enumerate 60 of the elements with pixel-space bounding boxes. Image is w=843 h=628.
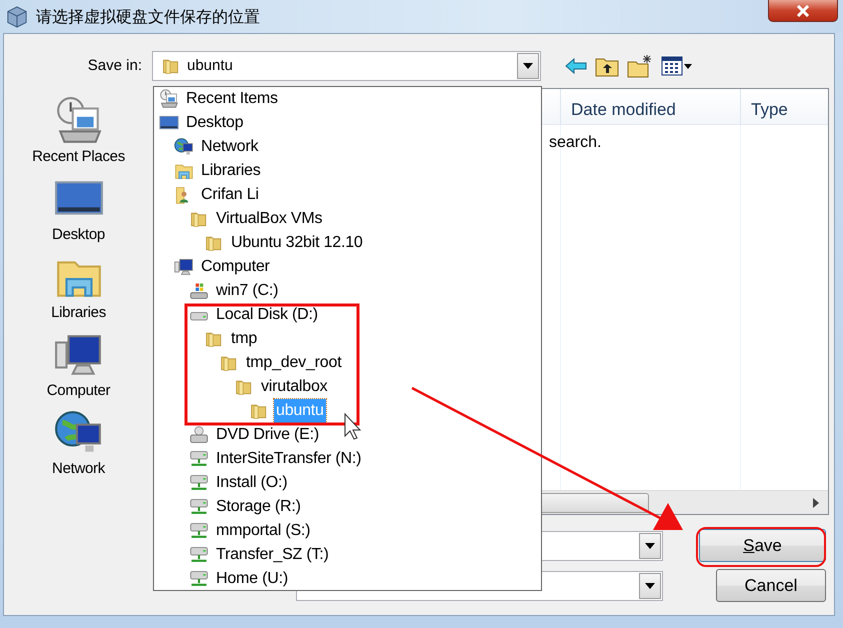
location-item[interactable]: VirtualBox VMs (154, 207, 541, 231)
location-item[interactable]: Local Disk (D:) (154, 303, 541, 327)
network-drive-icon (189, 569, 209, 589)
caret-icon (523, 63, 533, 69)
place-item[interactable]: Recent Places (8, 96, 148, 172)
location-item[interactable]: Install (O:) (154, 471, 541, 495)
new-folder-icon (627, 54, 653, 78)
network-drive-icon (189, 521, 209, 541)
caret-icon (645, 542, 655, 548)
location-item[interactable]: Crifan Li (154, 183, 541, 207)
close-button[interactable] (768, 0, 838, 22)
network-drive-icon (189, 497, 209, 517)
location-item[interactable]: Home (U:) (154, 567, 541, 590)
location-item[interactable]: InterSiteTransfer (N:) (154, 447, 541, 471)
network-drive-icon (189, 545, 209, 565)
location-item[interactable]: tmp (154, 327, 541, 351)
place-item[interactable]: Libraries (8, 252, 148, 328)
view-menu-icon (661, 56, 693, 76)
place-item[interactable]: Network (8, 408, 148, 484)
dropdown-arrow-button[interactable] (639, 572, 661, 598)
empty-list-message: search. (549, 133, 602, 153)
network-drive-icon (189, 473, 209, 493)
mouse-cursor-icon (344, 412, 362, 440)
computer-icon (174, 257, 194, 277)
location-item[interactable]: win7 (C:) (154, 279, 541, 303)
location-item[interactable]: tmp_dev_root (154, 351, 541, 375)
place-item[interactable]: Desktop (8, 174, 148, 250)
save-in-dropdown[interactable]: ubuntu (152, 51, 541, 81)
recent-places-icon (159, 89, 179, 109)
network-drive-icon (189, 449, 209, 469)
system-drive-icon (189, 281, 209, 301)
location-item[interactable]: Libraries (154, 159, 541, 183)
location-item[interactable]: Transfer_SZ (T:) (154, 543, 541, 567)
column-header[interactable]: Type (740, 89, 828, 124)
column-header[interactable]: Date modified (560, 89, 740, 124)
dropdown-arrow-button[interactable] (639, 532, 661, 558)
new-folder-button[interactable] (627, 54, 653, 78)
save-in-label: Save in: (86, 56, 143, 76)
scroll-right-arrow-icon[interactable] (812, 498, 820, 508)
location-item[interactable]: Desktop (154, 111, 541, 135)
location-item[interactable]: DVD Drive (E:) (154, 423, 541, 447)
place-item[interactable]: Computer (8, 330, 148, 406)
cube-icon (6, 6, 28, 28)
dropdown-arrow-button[interactable] (517, 53, 539, 79)
close-icon (796, 4, 810, 16)
back-arrow-icon (565, 57, 587, 75)
save-button[interactable]: Save (699, 529, 826, 562)
location-item[interactable]: Recent Items (154, 87, 541, 111)
location-item[interactable]: Computer (154, 255, 541, 279)
location-item[interactable]: Network (154, 135, 541, 159)
location-item[interactable]: Ubuntu 32bit 12.10 (154, 231, 541, 255)
dvd-drive-icon (189, 425, 209, 445)
back-button[interactable] (565, 57, 587, 75)
window-title: 请选择虚拟硬盘文件保存的位置 (36, 6, 260, 28)
location-item[interactable]: Storage (R:) (154, 495, 541, 519)
caret-icon (645, 582, 655, 588)
location-item[interactable]: mmportal (S:) (154, 519, 541, 543)
view-menu-button[interactable] (661, 56, 693, 76)
cancel-button[interactable]: Cancel (716, 569, 826, 602)
network-globe-icon (174, 137, 194, 157)
